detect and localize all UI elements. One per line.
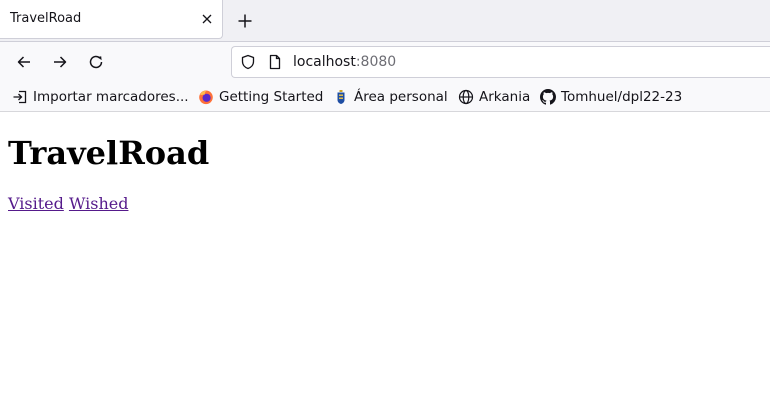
shield-icon[interactable] <box>240 54 256 70</box>
firefox-icon <box>199 90 213 105</box>
globe-icon <box>458 89 474 105</box>
page-icon[interactable] <box>267 54 283 70</box>
tab-title: TravelRoad <box>10 11 82 26</box>
bookmark-label: Arkania <box>479 89 531 105</box>
tab-travelroad[interactable]: TravelRoad <box>0 0 223 39</box>
forward-button[interactable] <box>51 53 69 71</box>
github-icon <box>540 89 556 105</box>
page-links: Visited Wished <box>8 194 128 213</box>
bookmark-label: Getting Started <box>219 89 324 105</box>
url-host: localhost <box>293 54 356 70</box>
bookmarks-bar: Importar marcadores... Getting Started Á… <box>0 82 770 112</box>
back-button[interactable] <box>15 53 33 71</box>
page-title: TravelRoad <box>8 134 210 172</box>
address-bar[interactable]: localhost:8080 <box>231 46 770 78</box>
bookmark-label: Área personal <box>354 89 448 105</box>
close-icon[interactable] <box>199 11 215 27</box>
bookmark-getting-started[interactable]: Getting Started <box>198 88 323 106</box>
wished-link[interactable]: Wished <box>69 194 129 213</box>
url-port: :8080 <box>355 54 397 70</box>
bookmark-label: Importar marcadores... <box>33 89 189 105</box>
navigation-toolbar: localhost:8080 <box>0 42 770 82</box>
bookmark-github-repo[interactable]: Tomhuel/dpl22-23 <box>540 88 682 106</box>
import-icon <box>13 90 27 104</box>
page-content: TravelRoad Visited Wished <box>0 113 770 403</box>
bookmark-import[interactable]: Importar marcadores... <box>12 88 189 106</box>
tab-strip: TravelRoad <box>0 0 770 42</box>
bookmark-arkania[interactable]: Arkania <box>458 88 530 106</box>
bookmark-area-personal[interactable]: Área personal <box>333 88 448 106</box>
new-tab-button[interactable] <box>236 12 254 30</box>
bookmark-label: Tomhuel/dpl22-23 <box>561 89 683 105</box>
canarias-crest-icon <box>337 90 345 104</box>
reload-button[interactable] <box>87 53 105 71</box>
url-text[interactable]: localhost:8080 <box>293 54 396 70</box>
visited-link[interactable]: Visited <box>8 194 64 213</box>
